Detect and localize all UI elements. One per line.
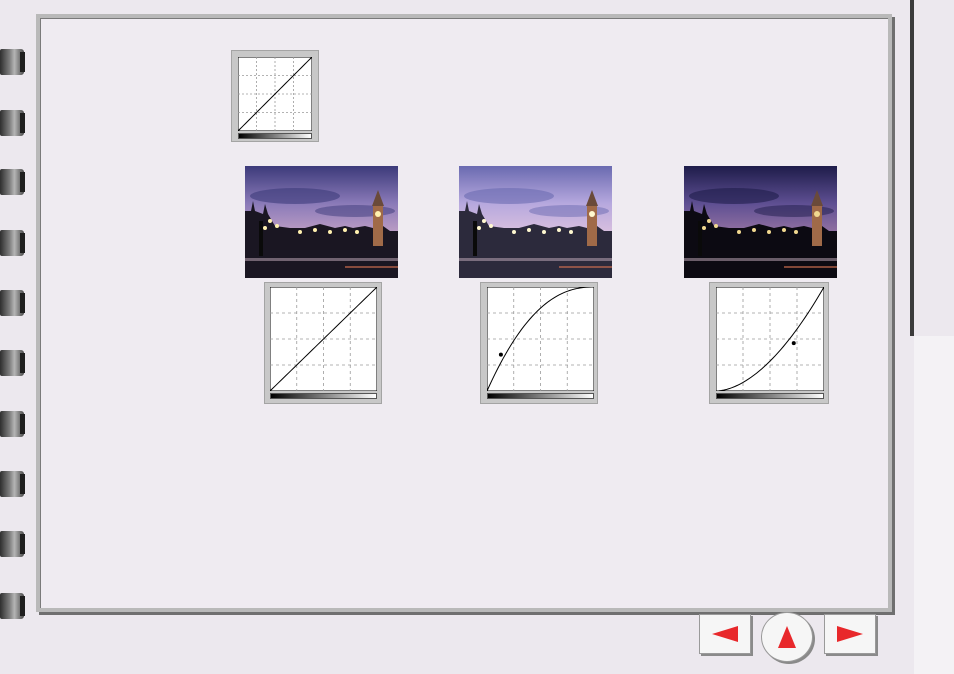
home-button[interactable]	[761, 612, 813, 662]
tone-curve-darker	[709, 282, 829, 404]
window-edge	[910, 0, 914, 336]
right-triangle-icon	[837, 626, 863, 642]
curve-graph	[487, 287, 594, 391]
big-ben-photo-darker	[684, 166, 837, 278]
binder-ring	[0, 110, 25, 136]
binder-ring	[0, 350, 25, 376]
tone-curve-brighter	[480, 282, 598, 404]
binder-ring	[0, 411, 25, 437]
binder-ring	[0, 49, 25, 75]
reference-curve-graph	[238, 57, 312, 131]
gradient-bar	[716, 393, 824, 399]
next-page-button[interactable]	[824, 614, 876, 654]
curve-control-point	[498, 352, 503, 357]
binder-ring	[0, 290, 25, 316]
curve-graph	[716, 287, 824, 391]
binder-ring	[0, 531, 25, 557]
gradient-bar	[270, 393, 377, 399]
left-triangle-icon	[712, 626, 738, 642]
binder-ring	[0, 230, 25, 256]
gradient-bar	[238, 133, 312, 139]
big-ben-photo-normal	[245, 166, 398, 278]
up-triangle-icon	[778, 626, 796, 648]
binder-ring	[0, 169, 25, 195]
gradient-bar	[487, 393, 594, 399]
previous-page-button[interactable]	[699, 614, 751, 654]
curve-graph	[270, 287, 377, 391]
binder-ring	[0, 471, 25, 497]
reference-tone-curve	[231, 50, 319, 142]
tone-curve-normal	[264, 282, 382, 404]
curve-control-point	[791, 341, 796, 346]
big-ben-photo-brighter	[459, 166, 612, 278]
side-panel	[914, 336, 954, 674]
binder-ring	[0, 593, 25, 619]
